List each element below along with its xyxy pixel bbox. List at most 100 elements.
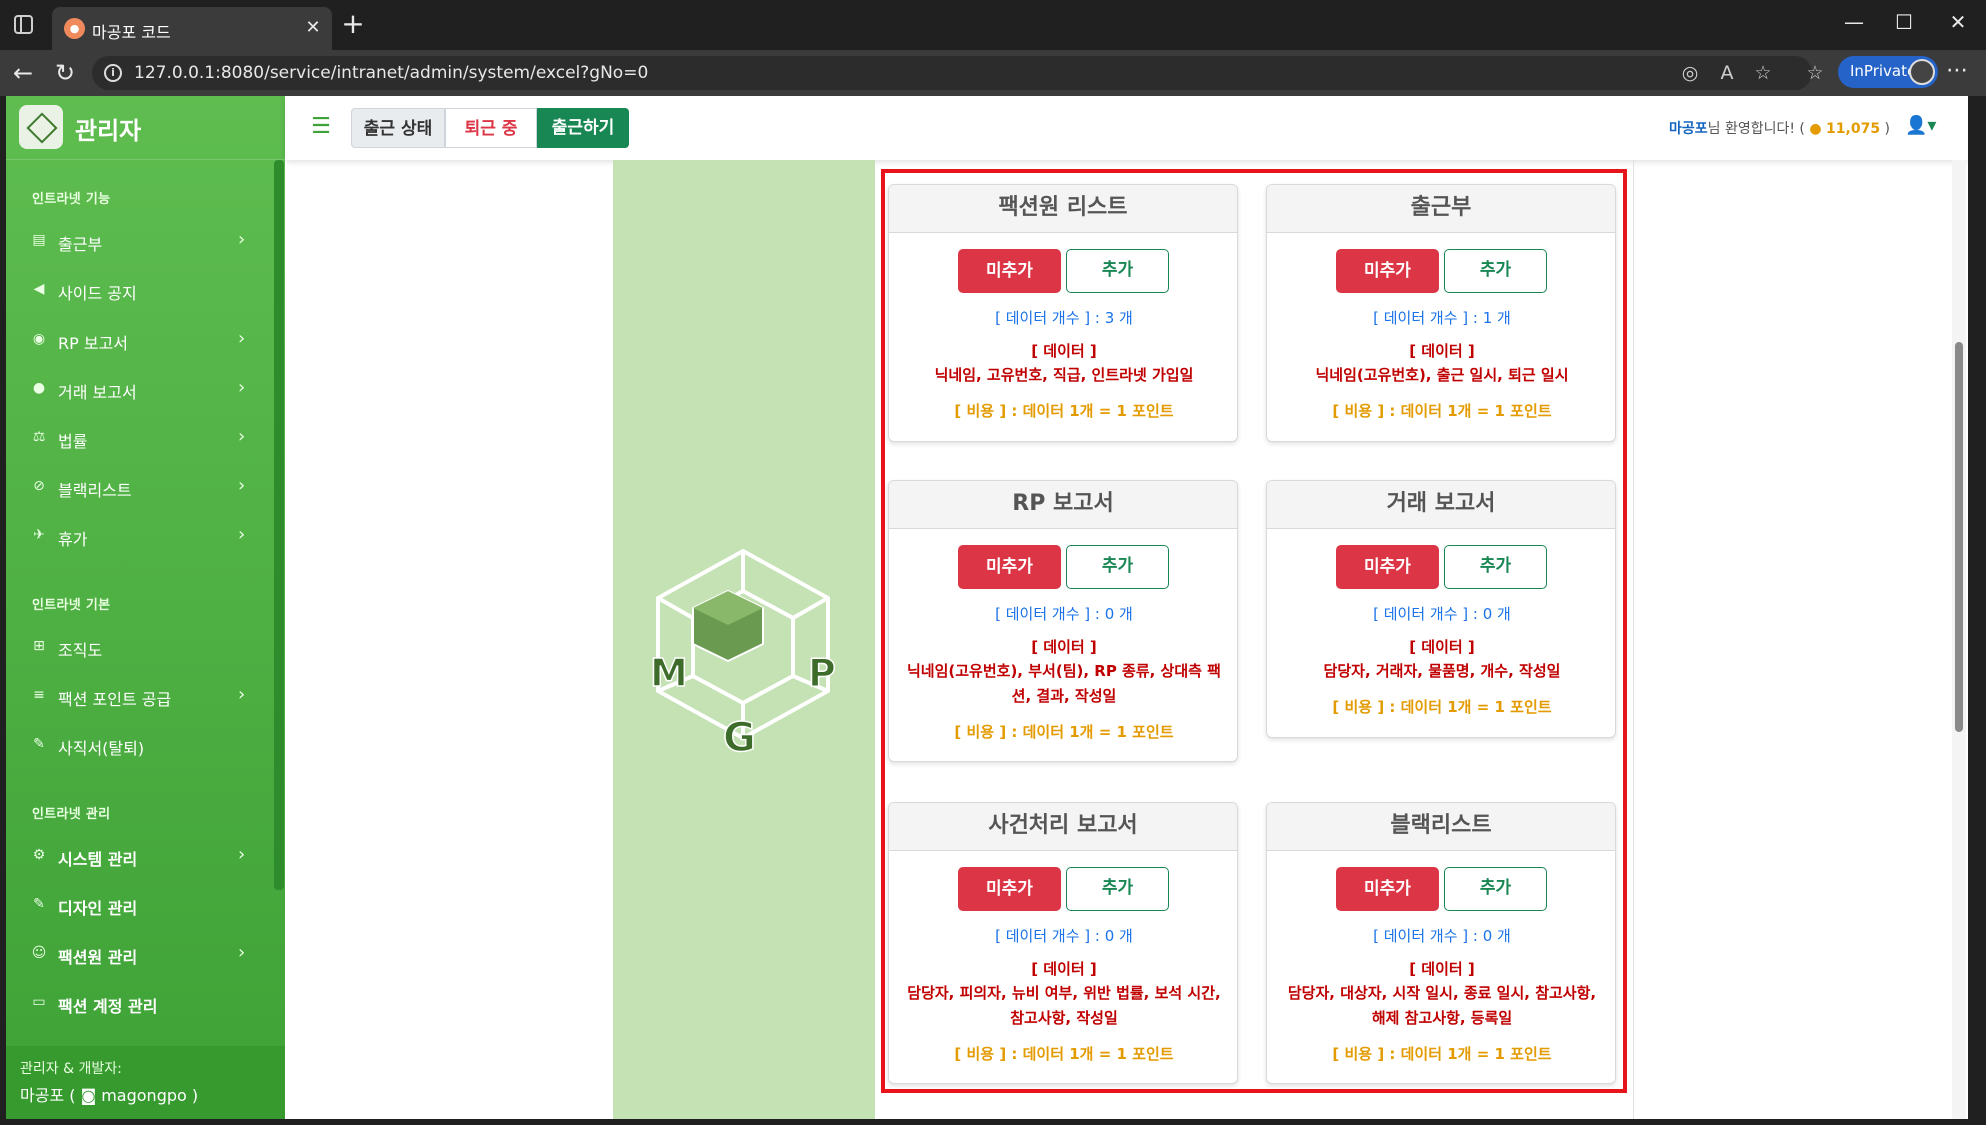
sidebar-item-label: 블랙리스트 xyxy=(58,481,132,500)
close-window-icon[interactable]: ✕ xyxy=(1938,10,1978,34)
user-menu-icon[interactable]: 👤▾ xyxy=(1905,115,1936,136)
back-icon[interactable]: ← xyxy=(8,58,38,88)
unadd-button[interactable]: 미추가 xyxy=(958,545,1061,589)
site-info-icon[interactable]: i xyxy=(104,64,122,82)
sidebar-item-label: 팩션 포인트 공급 xyxy=(58,690,172,709)
topbar: ☰ 출근 상태 퇴근 중 출근하기 마공포님 환영합니다! ( ● 11,075… xyxy=(285,96,1968,160)
off-duty-status: 퇴근 중 xyxy=(445,108,537,148)
browser-tab[interactable]: ● 마공포 코드 ✕ xyxy=(52,7,332,50)
gear-icon: ⚙ xyxy=(32,847,46,863)
data-heading: [ 데이터 ] xyxy=(1409,638,1475,656)
data-fields: 닉네임, 고유번호, 직급, 인트라넷 가입일 xyxy=(934,366,1194,384)
unadd-button[interactable]: 미추가 xyxy=(1336,867,1439,911)
cost-text: [ 비용 ] : 데이터 1개 = 1 포인트 xyxy=(954,1045,1174,1063)
tab-title: 마공포 코드 xyxy=(92,23,171,42)
gamepad-icon: ◉ xyxy=(32,331,46,347)
sidebar-item-label: 시스템 관리 xyxy=(58,850,138,869)
unadd-button[interactable]: 미추가 xyxy=(1336,545,1439,589)
tab-close-icon[interactable]: ✕ xyxy=(302,17,324,38)
data-fields: 담당자, 거래자, 물품명, 개수, 작성일 xyxy=(1323,662,1561,680)
sidebar-item-member-management[interactable]: ☺ 팩션원 관리 › xyxy=(30,939,260,971)
sidebar-item-design-management[interactable]: ✎ 디자인 관리 xyxy=(30,890,260,922)
sidebar-item-law[interactable]: ⚖ 법률 › xyxy=(30,423,260,455)
welcome-message: 마공포님 환영합니다! ( ● 11,075 ) xyxy=(1669,118,1890,138)
unadd-button[interactable]: 미추가 xyxy=(958,249,1061,293)
sidebar-item-label: 팩션원 관리 xyxy=(58,948,138,967)
data-heading: [ 데이터 ] xyxy=(1409,342,1475,360)
add-button[interactable]: 추가 xyxy=(1444,867,1547,911)
add-button[interactable]: 추가 xyxy=(1066,249,1169,293)
pen-icon: ✎ xyxy=(33,736,45,752)
sidebar-item-label: 출근부 xyxy=(58,235,103,254)
add-button[interactable]: 추가 xyxy=(1066,545,1169,589)
sidebar-item-attendance[interactable]: ▤ 출근부 › xyxy=(30,226,260,258)
sidebar-item-blacklist[interactable]: ⊘ 블랙리스트 › xyxy=(30,472,260,504)
data-fields: 닉네임(고유번호), 부서(팀), RP 종류, 상대측 팩션, 결과, 작성일 xyxy=(907,662,1221,705)
tracking-prevention-icon[interactable]: ◎ xyxy=(1677,62,1703,84)
minimize-icon[interactable]: — xyxy=(1834,10,1874,34)
maximize-icon[interactable]: ☐ xyxy=(1884,10,1924,34)
url-text[interactable]: 127.0.0.1:8080/service/intranet/admin/sy… xyxy=(134,63,648,83)
sidebar-item-label: 조직도 xyxy=(58,641,103,660)
sidebar-heading: 인트라넷 기능 xyxy=(32,192,111,207)
book-icon: ▤ xyxy=(32,232,46,248)
sidebar-item-rp-report[interactable]: ◉ RP 보고서 › xyxy=(30,325,260,357)
sidebar-item-side-notice[interactable]: ◀ 사이드 공지 xyxy=(30,275,260,307)
add-button[interactable]: 추가 xyxy=(1444,249,1547,293)
url-box[interactable]: i 127.0.0.1:8080/service/intranet/admin/… xyxy=(92,56,1812,90)
new-tab-icon[interactable]: + xyxy=(338,9,368,39)
chevron-right-icon: › xyxy=(238,377,246,398)
mgp-logo: M G P xyxy=(649,548,837,762)
check-in-button[interactable]: 출근하기 xyxy=(537,108,629,148)
welcome-text: 님 환영합니다! ( xyxy=(1707,121,1805,137)
card-buttons: 미추가 추가 xyxy=(1267,867,1615,911)
export-card-rp-report: RP 보고서 미추가 추가 [ 데이터 개수 ] : 0 개 [ 데이터 ] 닉… xyxy=(888,480,1238,762)
chevron-right-icon: › xyxy=(238,475,246,496)
favorite-star-icon[interactable]: ☆ xyxy=(1750,62,1776,84)
sidebar-heading: 인트라넷 관리 xyxy=(32,807,111,822)
brand-logo-icon xyxy=(19,105,63,149)
logo-letter-g: G xyxy=(723,715,756,761)
sidebar-item-trade-report[interactable]: ● 거래 보고서 › xyxy=(30,374,260,406)
unadd-button[interactable]: 미추가 xyxy=(1336,249,1439,293)
unadd-button[interactable]: 미추가 xyxy=(958,867,1061,911)
coin-icon: ● xyxy=(1809,121,1822,137)
cost-text: [ 비용 ] : 데이터 1개 = 1 포인트 xyxy=(954,402,1174,420)
sidebar-item-org-chart[interactable]: ⊞ 조직도 xyxy=(30,632,260,664)
menu-toggle-icon[interactable]: ☰ xyxy=(301,108,341,148)
favorites-icon[interactable]: ☆ xyxy=(1802,62,1828,84)
data-count: [ 데이터 개수 ] : 0 개 xyxy=(995,605,1133,623)
inprivate-badge[interactable]: InPrivate xyxy=(1838,56,1938,88)
chevron-right-icon: › xyxy=(238,684,246,705)
card-title: 출근부 xyxy=(1267,185,1615,233)
sidebar-brand[interactable]: 관리자 xyxy=(6,96,285,160)
sidebar-scrollbar[interactable] xyxy=(274,160,284,890)
data-fields: 담당자, 피의자, 뉴비 여부, 위반 법률, 보석 시간, 참고사항, 작성일 xyxy=(907,984,1221,1027)
favicon-icon: ● xyxy=(64,18,85,39)
sidebar-item-account-management[interactable]: ▭ 팩션 계정 관리 xyxy=(30,988,260,1020)
scale-icon: ⚖ xyxy=(32,429,46,445)
developer-discord[interactable]: magongpo ) xyxy=(101,1086,198,1105)
add-button[interactable]: 추가 xyxy=(1444,545,1547,589)
sidebar-item-label: 법률 xyxy=(58,432,88,451)
sidebar: 관리자 인트라넷 기능 ▤ 출근부 › ◀ 사이드 공지 ◉ RP 보고서 › … xyxy=(6,96,285,1119)
add-button[interactable]: 추가 xyxy=(1066,867,1169,911)
tab-actions-icon[interactable] xyxy=(14,15,33,34)
sidebar-item-vacation[interactable]: ✈ 휴가 › xyxy=(30,521,260,553)
card-title: 사건처리 보고서 xyxy=(889,803,1237,851)
sidebar-item-faction-points[interactable]: ≡ 팩션 포인트 공급 › xyxy=(30,681,260,713)
sidebar-item-resignation[interactable]: ✎ 사직서(탈퇴) xyxy=(30,730,260,762)
page-scrollbar-thumb[interactable] xyxy=(1955,342,1963,732)
export-card-attendance: 출근부 미추가 추가 [ 데이터 개수 ] : 1 개 [ 데이터 ] 닉네임(… xyxy=(1266,184,1616,442)
brand-title: 관리자 xyxy=(75,117,142,145)
chevron-right-icon: › xyxy=(238,844,246,865)
more-menu-icon[interactable]: ⋯ xyxy=(1946,58,1968,83)
discord-icon: ◙ xyxy=(80,1086,97,1105)
address-bar: ← ↻ i 127.0.0.1:8080/service/intranet/ad… xyxy=(0,50,1986,96)
data-fields: 닉네임(고유번호), 출근 일시, 퇴근 일시 xyxy=(1315,366,1569,384)
export-card-blacklist: 블랙리스트 미추가 추가 [ 데이터 개수 ] : 0 개 [ 데이터 ] 담당… xyxy=(1266,802,1616,1084)
welcome-close: ) xyxy=(1884,121,1890,137)
sidebar-item-system-management[interactable]: ⚙ 시스템 관리 › xyxy=(30,841,260,873)
read-aloud-icon[interactable]: A xyxy=(1714,62,1740,84)
refresh-icon[interactable]: ↻ xyxy=(50,58,80,88)
